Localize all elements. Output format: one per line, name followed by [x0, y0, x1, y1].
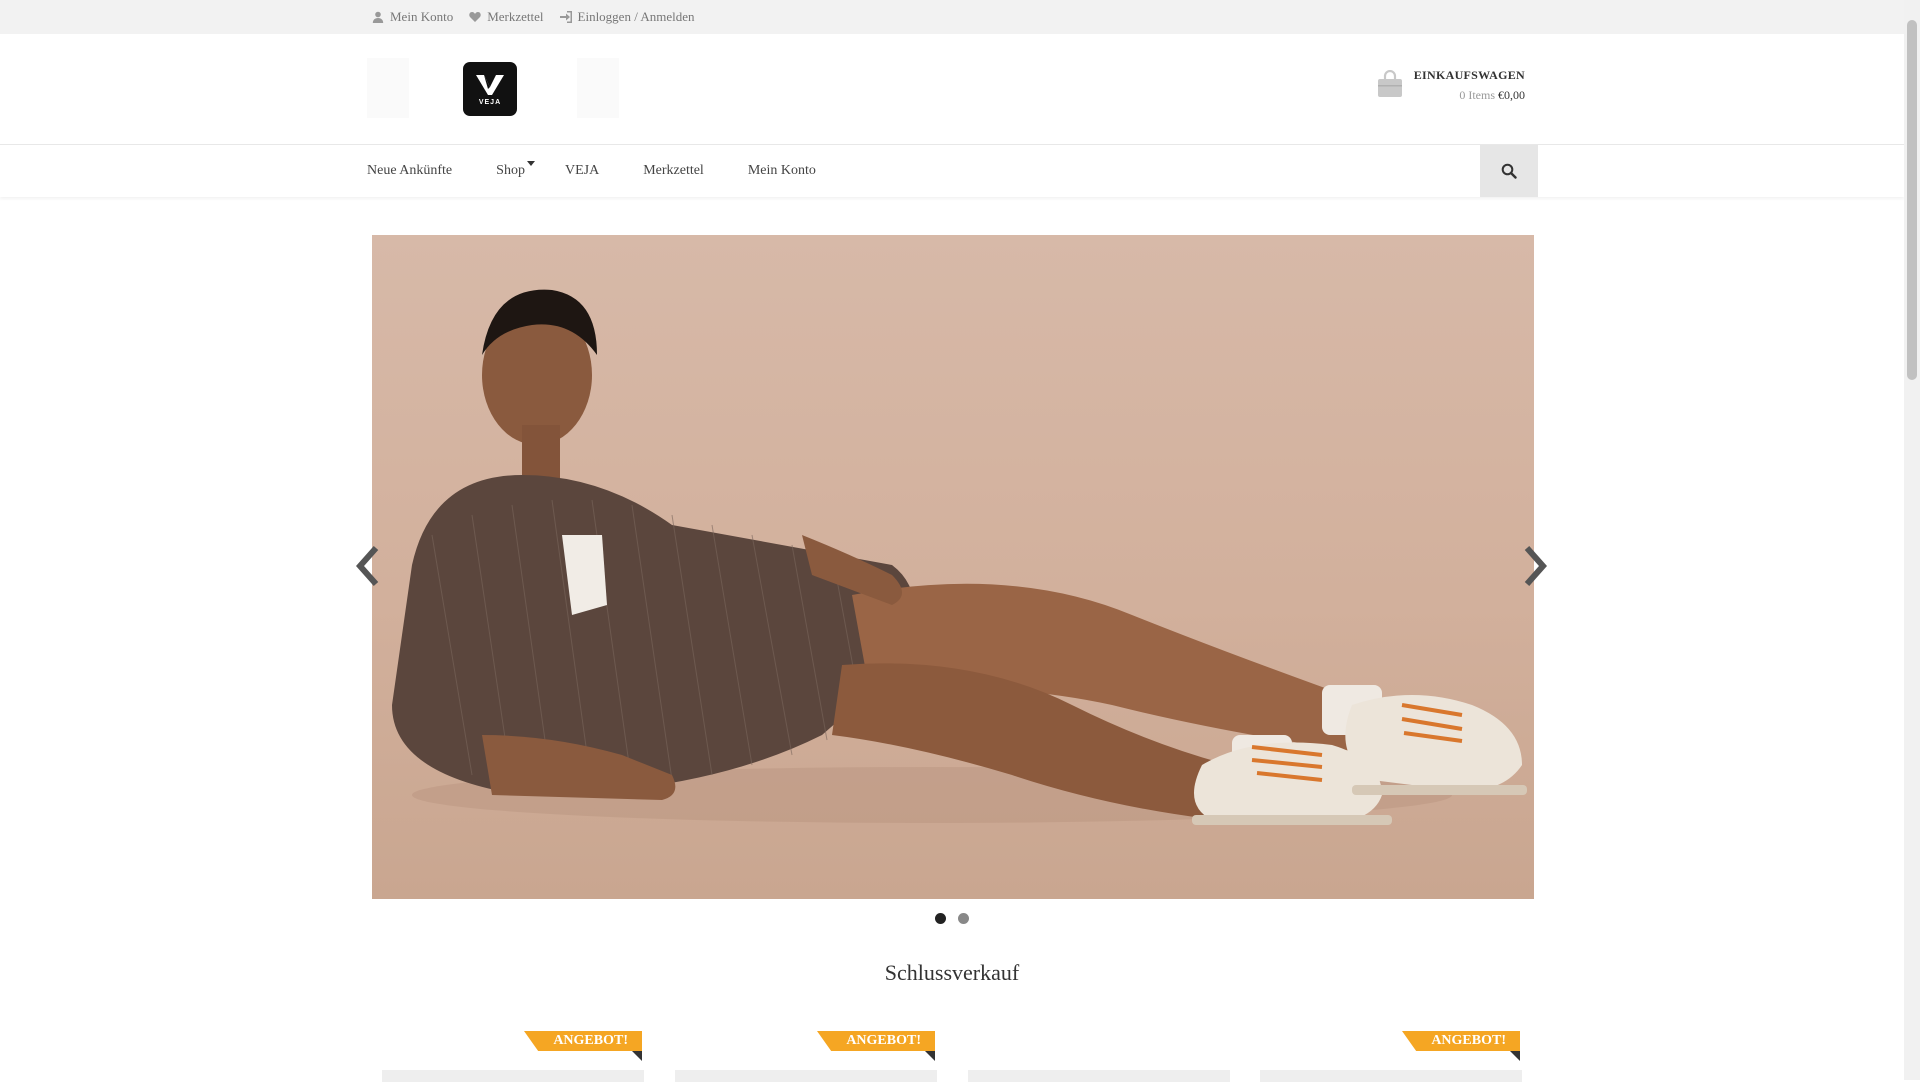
- slider-dot-2[interactable]: [958, 913, 969, 924]
- logo-link[interactable]: VEJA: [367, 58, 619, 118]
- nav-item-shop-label: Shop: [496, 163, 525, 178]
- product-grid: ANGEBOT! ANGEBOT! ANGEBOT!: [372, 1025, 1534, 1082]
- badge-fold: [1510, 1051, 1520, 1061]
- product-image[interactable]: [675, 1070, 937, 1082]
- sale-badge: ANGEBOT!: [817, 1031, 935, 1051]
- veja-logo: VEJA: [463, 62, 517, 116]
- veja-v-icon: [476, 74, 504, 95]
- my-account-label: Mein Konto: [390, 9, 454, 24]
- badge-fold: [925, 1051, 935, 1061]
- cart-widget[interactable]: EINKAUFSWAGEN 0 Items €0,00: [1376, 68, 1525, 103]
- site-header: VEJA EINKAUFSWAGEN 0 Items €0,00: [0, 34, 1904, 144]
- top-links: Mein Konto Merkzettel Einloggen / Anmeld…: [372, 0, 695, 34]
- slider-prev-button[interactable]: [353, 541, 383, 591]
- search-button[interactable]: [1480, 145, 1538, 197]
- page-scrollbar[interactable]: [1904, 0, 1920, 1080]
- chevron-left-icon: [356, 546, 379, 586]
- shopping-bag-icon: [1377, 70, 1402, 97]
- product-image[interactable]: [382, 1070, 644, 1082]
- cart-total: €0,00: [1498, 88, 1525, 102]
- nav-item-wishlist[interactable]: Merkzettel: [643, 163, 704, 179]
- logo-ghost-left: [367, 58, 409, 118]
- product-image[interactable]: [1260, 1070, 1522, 1082]
- chevron-right-icon: [1524, 546, 1547, 586]
- scrollbar-thumb[interactable]: [1907, 20, 1917, 380]
- user-icon: [372, 11, 384, 23]
- cart-title: EINKAUFSWAGEN: [1413, 68, 1525, 82]
- my-account-link[interactable]: Mein Konto: [372, 9, 453, 25]
- sale-badge: ANGEBOT!: [524, 1031, 642, 1051]
- product-card[interactable]: ANGEBOT!: [665, 1025, 937, 1082]
- hero-slide-image: [372, 235, 1534, 899]
- product-card[interactable]: [958, 1025, 1230, 1082]
- logo-ghost-right: [577, 58, 619, 118]
- nav-item-shop[interactable]: Shop: [496, 161, 535, 179]
- nav-item-my-account[interactable]: Mein Konto: [748, 163, 816, 179]
- slider-next-button[interactable]: [1520, 541, 1550, 591]
- slider-dot-1[interactable]: [935, 913, 946, 924]
- heart-icon: [469, 12, 481, 22]
- login-label: Einloggen / Anmelden: [577, 9, 695, 24]
- nav-item-new-arrivals[interactable]: Neue Ankünfte: [367, 163, 452, 179]
- main-navigation: Neue Ankünfte Shop VEJA Merkzettel Mein …: [0, 144, 1904, 197]
- logo-text: VEJA: [478, 98, 502, 106]
- product-image[interactable]: [968, 1070, 1230, 1082]
- search-icon: [1501, 163, 1517, 179]
- cart-text: EINKAUFSWAGEN 0 Items €0,00: [1414, 68, 1525, 103]
- wishlist-label: Merkzettel: [487, 9, 544, 24]
- slider-pagination: [0, 913, 1904, 924]
- sale-badge: ANGEBOT!: [1402, 1031, 1520, 1051]
- sign-in-icon: [559, 11, 572, 23]
- nav-item-veja[interactable]: VEJA: [565, 163, 599, 179]
- section-title: Schlussverkauf: [884, 960, 1020, 985]
- badge-fold: [632, 1051, 642, 1061]
- hero-slider[interactable]: [372, 235, 1534, 899]
- cart-item-count: 0 Items: [1459, 88, 1495, 102]
- product-card[interactable]: ANGEBOT!: [1250, 1025, 1522, 1082]
- chevron-down-icon: [526, 161, 535, 166]
- cart-summary: 0 Items €0,00: [1414, 88, 1525, 103]
- top-bar: Mein Konto Merkzettel Einloggen / Anmeld…: [0, 0, 1904, 35]
- wishlist-link[interactable]: Merkzettel: [469, 9, 544, 25]
- login-link[interactable]: Einloggen / Anmelden: [559, 9, 695, 25]
- product-card[interactable]: ANGEBOT!: [372, 1025, 644, 1082]
